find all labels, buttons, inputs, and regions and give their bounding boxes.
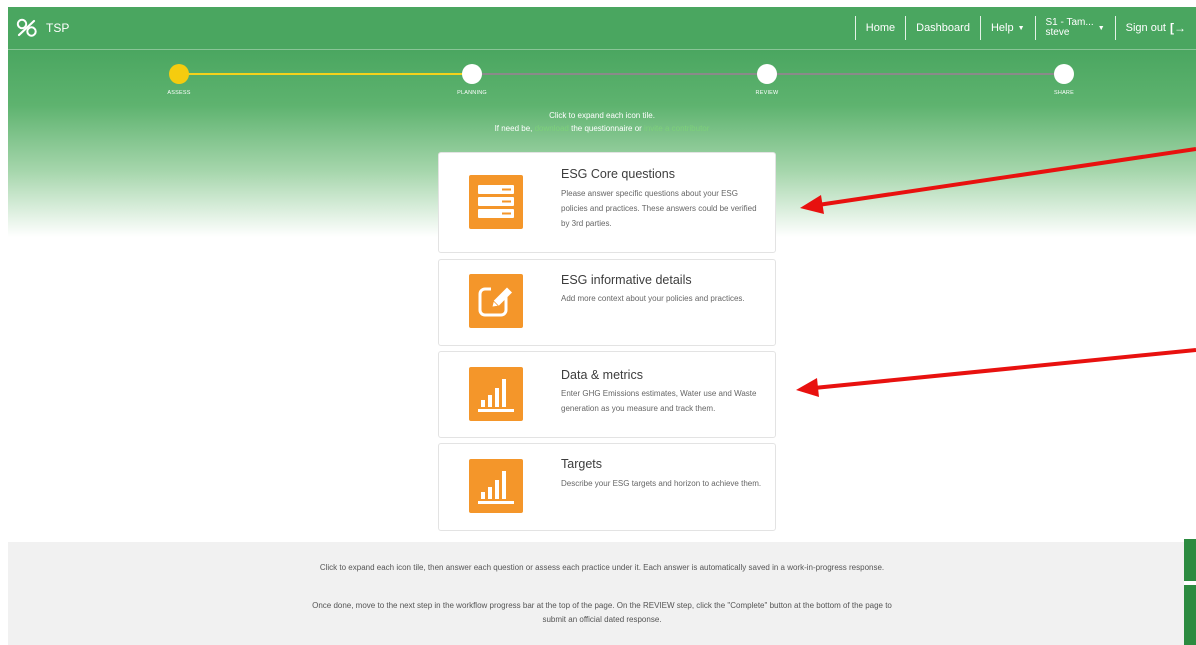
annotation-arrows (796, 147, 1196, 397)
app-frame: TSP Home Dashboard Help ▼ S1 - Tam... st… (8, 7, 1196, 645)
annotation-arrow (800, 147, 1196, 214)
annotation-arrow (796, 348, 1196, 397)
